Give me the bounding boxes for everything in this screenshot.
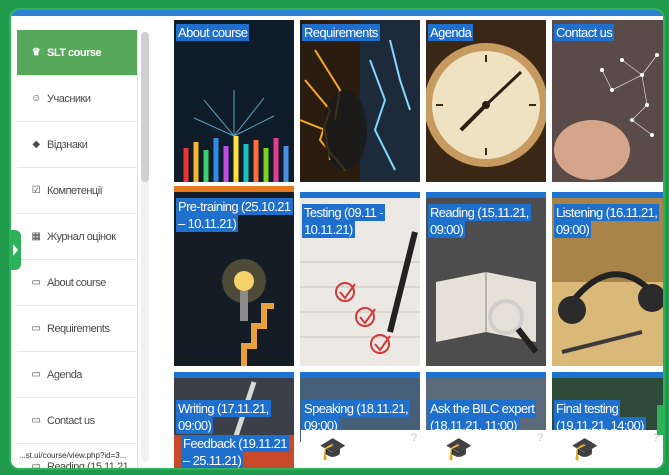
tile-image [426,20,546,182]
drawer-toggle-button[interactable] [11,230,21,270]
sidebar-scrollbar[interactable] [141,32,149,182]
sidebar-item-label: SLT course [47,46,102,59]
course-sidebar: ♛ SLT course ☺ Учасники ◆ Відзнаки ☑ Ком… [17,30,138,470]
tile-label: Pre-training (25.10.21 – 10.11.21) [176,198,293,232]
tile-requirements[interactable]: Requirements [300,20,420,182]
folder-icon: ▭ [31,277,41,288]
tile-label: Testing (09.11 - 10.11.21) [302,204,386,238]
tile-image [552,20,663,182]
folder-icon: ▭ [31,415,41,426]
tile-feedback-label: Feedback (19.11.21 – 25.11.21) [181,435,289,468]
users-icon: ☺ [31,93,41,104]
tile-label: Writing (17.11.21, 09:00) [176,400,271,434]
sidebar-item-label: About course [47,276,106,289]
sidebar-item-label: Requirements [47,322,110,335]
tile-image [174,20,294,182]
graduation-cap-icon: 🎓 [319,436,347,461]
tile-image [300,20,420,182]
bottom-strip: 🎓 ? 🎓 ? 🎓 ? [301,430,663,468]
sidebar-item-competencies[interactable]: ☑ Компетенції [17,168,137,214]
sidebar-item-label: Reading (15.11.21, [47,460,131,470]
tile-agenda[interactable]: Agenda [426,20,546,182]
folder-icon: ▭ [31,369,41,380]
status-url: ...st.ui/course/view.php?id=3... [19,451,127,460]
tile-testing[interactable]: Testing (09.11 - 10.11.21) [300,192,420,366]
tile-label: About course [176,24,250,41]
course-window: ♛ SLT course ☺ Учасники ◆ Відзнаки ☑ Ком… [9,8,665,470]
badge-icon: ◆ [32,139,40,150]
sidebar-item-grades[interactable]: ▦ Журнал оцінок [17,214,137,260]
tile-about-course[interactable]: About course [174,20,294,182]
tile-label: Listening (16.11.21, 09:00) [554,204,660,238]
checkbox-icon: ☑ [31,185,41,196]
tile-label: Speaking (18.11.21, 09:00) [302,400,411,434]
right-drawer-tab[interactable] [657,405,663,435]
sidebar-item-slt-course[interactable]: ♛ SLT course [17,30,137,76]
sidebar-item-about-course[interactable]: ▭ About course [17,260,137,306]
tile-label: Reading (15.11.21, 09:00) [428,204,531,238]
tile-label: Requirements [302,24,380,41]
tile-reading[interactable]: Reading (15.11.21, 09:00) [426,192,546,366]
grades-icon: ▦ [31,231,41,242]
help-icon: ? [411,432,418,444]
graduation-cap-icon: 🎓 [445,436,473,461]
sidebar-item-label: Contact us [47,414,95,427]
top-strip [11,10,663,16]
sidebar-item-label: Відзнаки [47,138,88,151]
tile-contact-us[interactable]: Contact us [552,20,663,182]
sidebar-item-requirements[interactable]: ▭ Requirements [17,306,137,352]
graduation-cap-icon: ♛ [31,47,41,58]
sidebar-item-label: Журнал оцінок [47,230,116,243]
help-icon: ? [537,432,544,444]
sidebar-item-label: Учасники [47,92,91,105]
folder-icon: ▭ [31,323,41,334]
tile-label: Ask the BILC expert (18.11.21, 11:00) [428,400,537,434]
sidebar-item-participants[interactable]: ☺ Учасники [17,76,137,122]
sidebar-item-label: Компетенції [47,184,103,197]
tile-writing[interactable]: Writing (17.11.21, 09:00) [174,372,294,442]
graduation-cap-icon: 🎓 [571,436,599,461]
tile-listening[interactable]: Listening (16.11.21, 09:00) [552,192,663,366]
tile-label: Contact us [554,24,615,41]
sidebar-item-badges[interactable]: ◆ Відзнаки [17,122,137,168]
sidebar-item-contact-us[interactable]: ▭ Contact us [17,398,137,444]
tile-label: Final testing (19.11.21, 14:00) [554,400,646,434]
tile-label: Agenda [428,24,474,41]
sidebar-item-agenda[interactable]: ▭ Agenda [17,352,137,398]
tile-pre-training[interactable]: Pre-training (25.10.21 – 10.11.21) [174,186,294,366]
folder-icon: ▭ [31,461,41,470]
sidebar-item-label: Agenda [47,368,82,381]
